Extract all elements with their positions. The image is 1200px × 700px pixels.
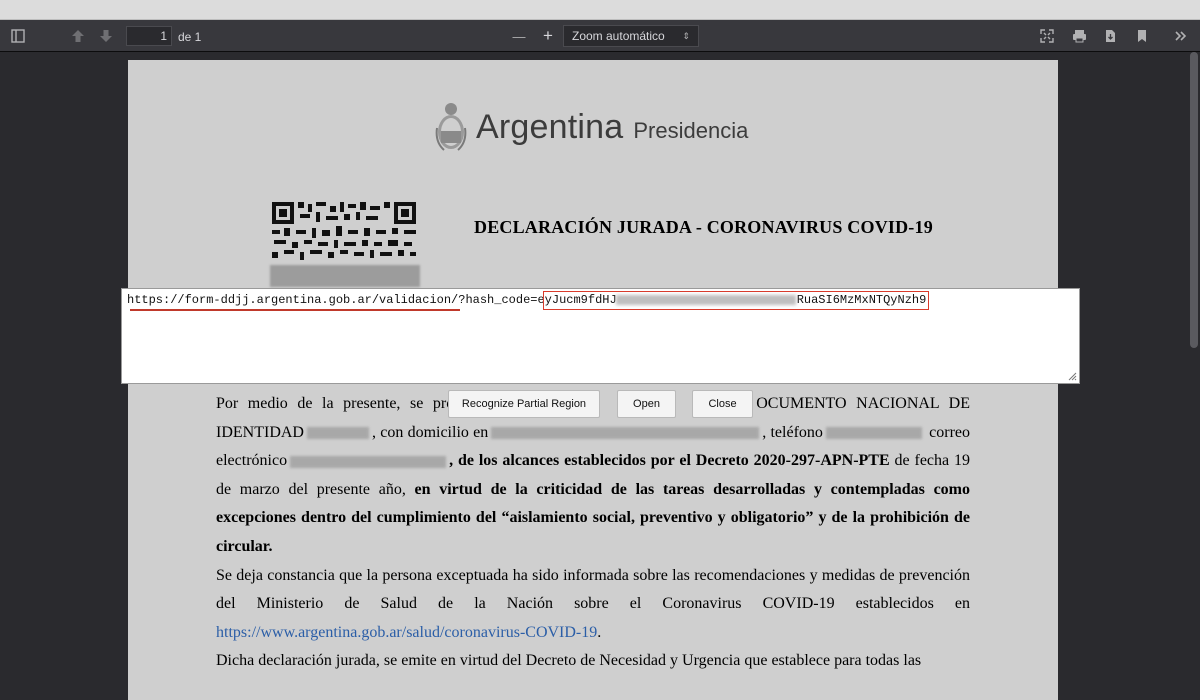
zoom-select[interactable]: Zoom automático ⇕ xyxy=(563,25,699,47)
zoom-out-icon: — xyxy=(512,28,526,44)
document-title: DECLARACIÓN JURADA - CORONAVIRUS COVID-1… xyxy=(474,217,933,237)
redacted-phone xyxy=(825,426,922,439)
scrollbar-thumb[interactable] xyxy=(1190,52,1198,348)
previous-page-icon[interactable] xyxy=(68,26,88,46)
zoom-select-value: Zoom automático xyxy=(572,29,665,43)
logo-sub-text: Presidencia xyxy=(633,118,749,143)
redacted-dni xyxy=(306,426,369,439)
resize-grip-icon[interactable] xyxy=(1067,371,1077,381)
paragraph-recommendations: Se deja constancia que la persona except… xyxy=(216,566,970,641)
zoom-out-button[interactable]: — xyxy=(509,26,529,46)
paragraph-decree: Dicha declaración jurada, se emite en vi… xyxy=(216,652,922,670)
redacted-qr-text xyxy=(270,265,420,287)
zoom-in-button[interactable]: + xyxy=(538,26,558,46)
url-result-dialog: https://form-ddjj.argentina.gob.ar/valid… xyxy=(121,288,1080,384)
argentina-logo: Argentina Presidencia xyxy=(434,100,748,154)
logo-brand-text: Argentina xyxy=(476,107,624,146)
viewer-scrollbar[interactable] xyxy=(1188,52,1200,669)
open-button[interactable]: Open xyxy=(617,390,676,418)
document-body: Por medio de la presente, se procssio,OC… xyxy=(216,390,970,676)
covid-info-link[interactable]: https://www.argentina.gob.ar/salud/coron… xyxy=(216,624,597,641)
page-number-input[interactable] xyxy=(126,26,172,46)
recognize-partial-region-button[interactable]: Recognize Partial Region xyxy=(448,390,600,418)
page-count: de 1 xyxy=(178,30,202,44)
coat-of-arms-icon xyxy=(435,103,467,151)
redacted-address xyxy=(491,426,760,439)
print-icon[interactable] xyxy=(1069,26,1089,46)
chevron-updown-icon: ⇕ xyxy=(682,31,690,41)
sidebar-toggle-icon[interactable] xyxy=(8,26,28,46)
window-top-strip xyxy=(0,0,1200,20)
bookmark-icon[interactable] xyxy=(1132,26,1152,46)
presentation-mode-icon[interactable] xyxy=(1037,26,1057,46)
redacted-email xyxy=(290,455,447,468)
download-icon[interactable] xyxy=(1100,26,1120,46)
redacted-hash-segment xyxy=(616,295,796,305)
url-base: https://form-ddjj.argentina.gob.ar/valid… xyxy=(127,293,538,307)
tools-menu-icon[interactable] xyxy=(1171,26,1191,46)
next-page-icon[interactable] xyxy=(96,26,116,46)
url-underline-mark xyxy=(130,309,460,311)
close-button[interactable]: Close xyxy=(692,390,753,418)
zoom-in-icon: + xyxy=(543,26,553,45)
pdf-toolbar: de 1 — + Zoom automático ⇕ xyxy=(0,20,1200,52)
